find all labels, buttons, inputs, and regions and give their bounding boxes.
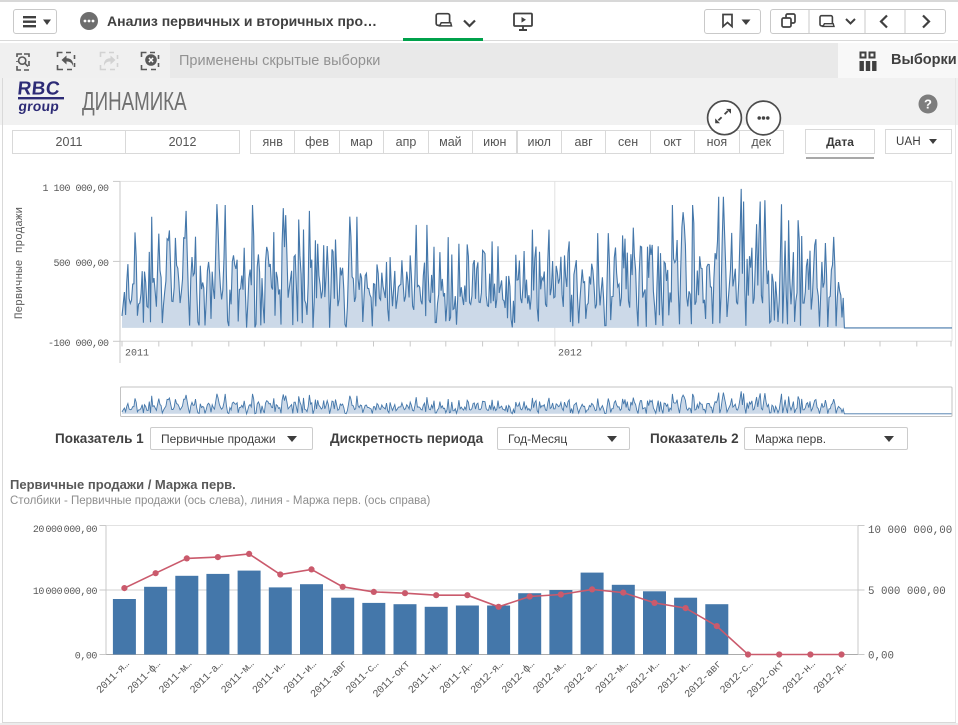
svg-text:5 000 000,00: 5 000 000,00 (868, 586, 946, 598)
svg-text:0,00: 0,00 (75, 652, 98, 663)
svg-text:2011-и…: 2011-и… (250, 659, 288, 697)
svg-text:2012-ф…: 2012-ф… (499, 658, 537, 696)
svg-text:2011-м…: 2011-м… (157, 659, 195, 697)
svg-text:2012-н…: 2012-н… (781, 659, 819, 697)
svg-text:2011-а…: 2011-а… (188, 659, 226, 697)
svg-text:2012-я…: 2012-я… (469, 659, 507, 697)
svg-text:2011-н…: 2011-н… (406, 659, 444, 697)
svg-text:2012-м…: 2012-м… (593, 659, 631, 697)
svg-text:2012-м…: 2012-м… (531, 659, 569, 697)
svg-text:2011-ф…: 2011-ф… (125, 658, 163, 696)
svg-text:2011-д…: 2011-д… (438, 659, 476, 697)
svg-text:20 000 000,00: 20 000 000,00 (33, 525, 98, 536)
svg-text:2011-м…: 2011-м… (219, 659, 257, 697)
svg-text:0,00: 0,00 (868, 651, 894, 663)
svg-text:10 000 000,00: 10 000 000,00 (868, 525, 952, 537)
svg-text:2012-а…: 2012-а… (562, 659, 600, 697)
svg-text:10 000 000,00: 10 000 000,00 (33, 587, 98, 598)
svg-text:2012-и…: 2012-и… (625, 659, 663, 697)
svg-text:2012-д…: 2012-д… (812, 659, 850, 697)
svg-text:2011-я…: 2011-я… (95, 659, 133, 697)
